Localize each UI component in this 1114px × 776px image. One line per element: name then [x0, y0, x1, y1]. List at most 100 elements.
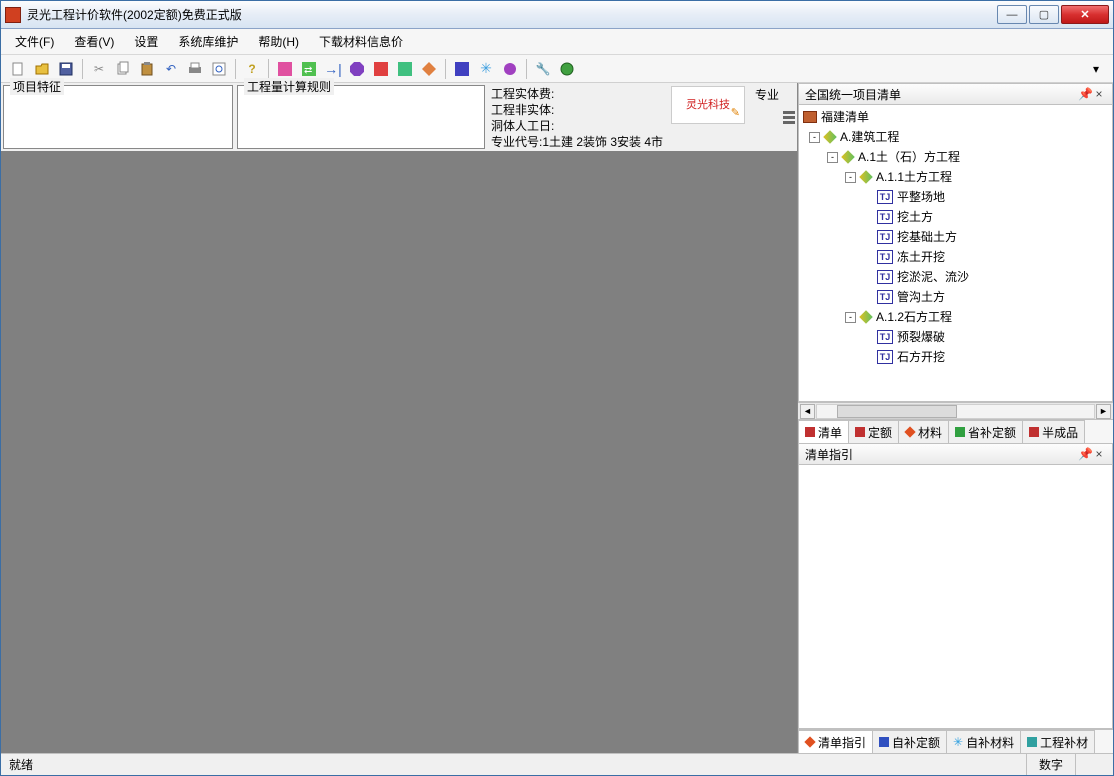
menu-download[interactable]: 下载材料信息价	[311, 30, 411, 53]
quantity-rule-box[interactable]: 工程量计算规则	[237, 85, 485, 149]
menu-file[interactable]: 文件(F)	[7, 30, 62, 53]
statusbar: 就绪 数字	[1, 753, 1113, 775]
save-icon[interactable]	[55, 58, 77, 80]
tree-node-a11[interactable]: A.1.1土方工程	[876, 167, 952, 187]
panel-grip-icon[interactable]	[783, 111, 795, 114]
top-info-row: 项目特征 工程量计算规则 工程实体费: 工程非实体: 洞体人工日: 专业代号:1…	[1, 83, 797, 151]
tree-leaf[interactable]: 冻土开挖	[897, 247, 945, 267]
tool-a-icon[interactable]	[274, 58, 296, 80]
project-feature-box[interactable]: 项目特征	[3, 85, 233, 149]
catalog-tree[interactable]: 福建清单 -A.建筑工程 -A.1土（石）方工程 -A.1.1土方工程 TJ平整…	[798, 105, 1113, 402]
tree-leaf[interactable]: 平整场地	[897, 187, 945, 207]
collapse-icon[interactable]: -	[809, 132, 820, 143]
help-icon[interactable]: ?	[241, 58, 263, 80]
maximize-button[interactable]: ▢	[1029, 5, 1059, 24]
panel-close-icon[interactable]: ×	[1092, 87, 1106, 101]
menu-syslib[interactable]: 系统库维护	[170, 30, 246, 53]
tool-d-icon[interactable]	[346, 58, 368, 80]
tab-prov-quota[interactable]: 省补定额	[948, 420, 1023, 443]
tree-leaf[interactable]: 挖基础土方	[897, 227, 957, 247]
print-icon[interactable]	[184, 58, 206, 80]
tool-f-icon[interactable]	[394, 58, 416, 80]
tj-icon: TJ	[877, 230, 893, 244]
tree-root[interactable]: 福建清单	[821, 107, 869, 127]
menu-help[interactable]: 帮助(H)	[250, 30, 307, 53]
specialty-edge-label: 专业	[749, 83, 783, 151]
tab-list[interactable]: 清单	[798, 420, 849, 443]
tool-i-icon[interactable]	[499, 58, 521, 80]
tool-g-icon[interactable]	[418, 58, 440, 80]
tool-h-icon[interactable]	[451, 58, 473, 80]
open-icon[interactable]	[31, 58, 53, 80]
info-nonentity: 工程非实体:	[491, 102, 671, 118]
info-labor-day: 洞体人工日:	[491, 118, 671, 134]
content-area: 项目特征 工程量计算规则 工程实体费: 工程非实体: 洞体人工日: 专业代号:1…	[1, 83, 1113, 753]
paste-icon[interactable]	[136, 58, 158, 80]
minimize-button[interactable]: —	[997, 5, 1027, 24]
scroll-right-icon[interactable]: ►	[1096, 404, 1111, 419]
pin-icon[interactable]: 📌	[1078, 447, 1092, 461]
tab-icon	[904, 426, 915, 437]
menu-view[interactable]: 查看(V)	[66, 30, 122, 53]
preview-icon[interactable]	[208, 58, 230, 80]
panel-list-title: 全国统一项目清单	[805, 86, 901, 103]
tab-quota[interactable]: 定额	[848, 420, 899, 443]
tool-e-icon[interactable]	[370, 58, 392, 80]
tree-node-a[interactable]: A.建筑工程	[840, 127, 899, 147]
tab-semi[interactable]: 半成品	[1022, 420, 1085, 443]
tree-node-a12[interactable]: A.1.2石方工程	[876, 307, 952, 327]
horizontal-scrollbar[interactable]: ◄ ►	[798, 402, 1113, 419]
collapse-icon[interactable]: -	[845, 172, 856, 183]
toolbar-separator	[268, 59, 269, 79]
tree-leaf[interactable]: 石方开挖	[897, 347, 945, 367]
tab-self-quota[interactable]: 自补定额	[872, 730, 947, 753]
menu-settings[interactable]: 设置	[126, 30, 166, 53]
tool-wrench-icon[interactable]: 🔧	[532, 58, 554, 80]
toolbar-separator	[235, 59, 236, 79]
project-feature-label: 项目特征	[10, 78, 64, 95]
category-icon	[859, 170, 873, 184]
toolbar: ✂ ↶ ? ⇄ →| ✳ 🔧 ▾	[1, 55, 1113, 83]
collapse-icon[interactable]: -	[845, 312, 856, 323]
toolbar-overflow-icon[interactable]: ▾	[1085, 58, 1107, 80]
tab-material[interactable]: 材料	[898, 420, 949, 443]
category-icon	[841, 150, 855, 164]
tab-self-material[interactable]: ✳自补材料	[946, 730, 1021, 753]
tab-proj-material[interactable]: 工程补材	[1020, 730, 1095, 753]
tj-icon: TJ	[877, 270, 893, 284]
close-button[interactable]: ✕	[1061, 5, 1109, 24]
tj-icon: TJ	[877, 250, 893, 264]
new-icon[interactable]	[7, 58, 29, 80]
tool-c-icon[interactable]: →|	[322, 58, 344, 80]
tool-star-icon[interactable]: ✳	[475, 58, 497, 80]
undo-icon[interactable]: ↶	[160, 58, 182, 80]
scroll-thumb[interactable]	[837, 405, 957, 418]
panel-close-icon[interactable]: ×	[1092, 447, 1106, 461]
tab-guide[interactable]: 清单指引	[798, 730, 873, 753]
status-ready: 就绪	[9, 754, 45, 775]
tree-leaf[interactable]: 管沟土方	[897, 287, 945, 307]
copy-icon[interactable]	[112, 58, 134, 80]
panel-guide-title: 清单指引	[805, 446, 853, 463]
tool-globe-icon[interactable]	[556, 58, 578, 80]
scroll-track[interactable]	[816, 404, 1095, 419]
collapse-icon[interactable]: -	[827, 152, 838, 163]
tree-leaf[interactable]: 预裂爆破	[897, 327, 945, 347]
titlebar: 灵光工程计价软件(2002定额)免费正式版 — ▢ ✕	[1, 1, 1113, 29]
tj-icon: TJ	[877, 210, 893, 224]
tab-icon	[1029, 427, 1039, 437]
menubar: 文件(F) 查看(V) 设置 系统库维护 帮助(H) 下载材料信息价	[1, 29, 1113, 55]
category-icon	[859, 310, 873, 324]
tab-icon	[955, 427, 965, 437]
app-icon	[5, 7, 21, 23]
tree-leaf[interactable]: 挖土方	[897, 207, 933, 227]
catalog-tabbar: 清单 定额 材料 省补定额 半成品	[798, 419, 1113, 443]
panel-guide-body	[798, 465, 1113, 729]
scroll-left-icon[interactable]: ◄	[800, 404, 815, 419]
pin-icon[interactable]: 📌	[1078, 87, 1092, 101]
tree-node-a1[interactable]: A.1土（石）方工程	[858, 147, 960, 167]
svg-text:⇄: ⇄	[304, 65, 312, 76]
tree-leaf[interactable]: 挖淤泥、流沙	[897, 267, 969, 287]
cut-icon[interactable]: ✂	[88, 58, 110, 80]
tool-b-icon[interactable]: ⇄	[298, 58, 320, 80]
